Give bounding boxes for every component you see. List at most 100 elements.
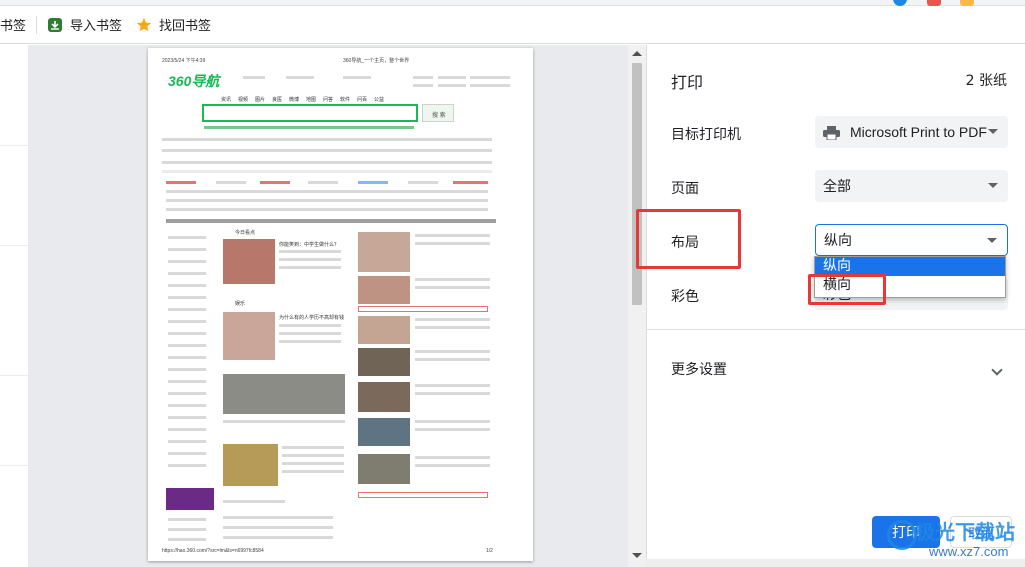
preview-text-line [415,234,490,237]
preview-headline: 为什么有的人学历不高却有钱 [279,315,345,321]
preview-date-header: 2023/5/24 下午4:39 [162,58,206,64]
preview-section-label: 今日看点 [235,230,256,236]
layout-value: 纵向 [824,233,852,249]
preview-category [168,416,206,419]
print-preview-area: 2023/5/24 下午4:39 360导航_一个主页，整个世界 360导航 资… [28,45,646,567]
more-settings-toggle[interactable]: 更多设置 [671,359,727,379]
pages-label: 页面 [671,181,699,197]
preview-thumbnail [223,444,278,486]
preview-text-line [470,76,510,79]
preview-nav-tab: 资讯 [221,97,232,103]
preview-category [168,452,206,455]
preview-text-line [415,428,490,431]
destination-select[interactable]: Microsoft Print to PDF [815,116,1008,148]
preview-site-link [358,181,388,184]
preview-search-button: 搜 索 [422,104,454,122]
import-icon [47,17,63,33]
scroll-down-icon[interactable] [632,553,642,558]
preview-text-line [413,84,433,87]
preview-nav-tab: 微博 [289,97,300,103]
preview-banner [358,492,488,498]
preview-text-line [415,286,490,289]
preview-category [168,440,206,443]
preview-text-line [415,420,490,423]
preview-page: 2023/5/24 下午4:39 360导航_一个主页，整个世界 360导航 资… [148,48,533,561]
preview-nav-tab: 图片 [255,97,266,103]
scroll-up-icon[interactable] [632,51,642,56]
chevron-down-icon[interactable] [991,364,1003,376]
annotation-highlight-layout [636,209,741,269]
sheet-count: 2 张纸 [965,73,1007,89]
preview-nav-tab: 地图 [306,97,317,103]
preview-category [168,404,206,407]
preview-nav-tab: 公益 [374,97,385,103]
preview-category [168,344,206,347]
preview-text-line [438,84,466,87]
preview-thumbnail [358,316,410,344]
watermark-icon [887,520,917,550]
preview-text-line [470,84,510,87]
preview-section-label: 娱乐 [235,301,246,307]
section-divider [647,329,1025,330]
preview-category [168,332,206,335]
background-page [0,45,28,567]
preview-text-line [223,420,345,423]
preview-wide-image [223,374,345,414]
preview-site-link [166,181,196,184]
bookmark-divider [36,15,38,34]
import-bookmarks-label: 导入书签 [70,19,123,34]
preview-category [168,296,206,299]
pages-select[interactable]: 全部 [815,170,1008,202]
preview-text-line [282,446,344,449]
preview-category [168,320,206,323]
divider [0,375,28,376]
star-icon [136,17,152,33]
preview-text-line [343,76,371,79]
preview-category [168,248,206,251]
preview-text-line [279,332,341,335]
preview-site-link [308,181,338,184]
preview-nav-tab: 问百 [357,97,368,103]
pages-value: 全部 [823,179,851,195]
preview-thumbnail [223,312,275,360]
preview-thumbnail [358,454,410,484]
preview-text-line [282,454,344,457]
preview-text-line [286,76,314,79]
preview-nav-tab: 视频 [238,97,249,103]
preview-text-line [223,536,333,539]
layout-select[interactable]: 纵向 [815,224,1008,256]
preview-text-line [415,350,490,353]
preview-text-line [282,462,344,465]
retrieve-bookmarks-button[interactable]: 找回书签 [136,6,211,43]
preview-category [168,380,206,383]
divider [0,465,28,466]
preview-nav-tab: 良医 [272,97,283,103]
preview-category [168,368,206,371]
preview-text-line [279,266,341,269]
preview-text-line [415,326,490,329]
preview-thumbnail [358,276,410,304]
watermark-text: 极光下载站 [915,520,1015,544]
preview-site-link [408,181,438,184]
bookmark-partial[interactable]: 书签 [0,6,26,43]
chevron-down-icon [987,238,997,243]
preview-text-line [282,470,344,473]
import-bookmarks-button[interactable]: 导入书签 [47,6,122,43]
preview-category [168,308,206,311]
preview-text-line [415,242,490,245]
chevron-down-icon [988,183,998,188]
watermark-url: www.xz7.com [929,544,1009,559]
preview-thumbnail [358,418,410,446]
preview-text-line [243,76,265,79]
preview-scrollbar[interactable] [628,45,646,567]
preview-category [168,284,206,287]
preview-headline: 你能笑到：中学生做什么？ [279,242,340,248]
preview-text-line [415,456,490,459]
watermark-logo: 极光下载站 www.xz7.com [885,514,1025,567]
preview-site-link [260,181,290,184]
preview-link-row [162,170,492,173]
preview-category [168,260,206,263]
preview-thumbnail [358,348,410,376]
preview-site-link [453,181,488,184]
preview-ad-image [166,488,214,510]
